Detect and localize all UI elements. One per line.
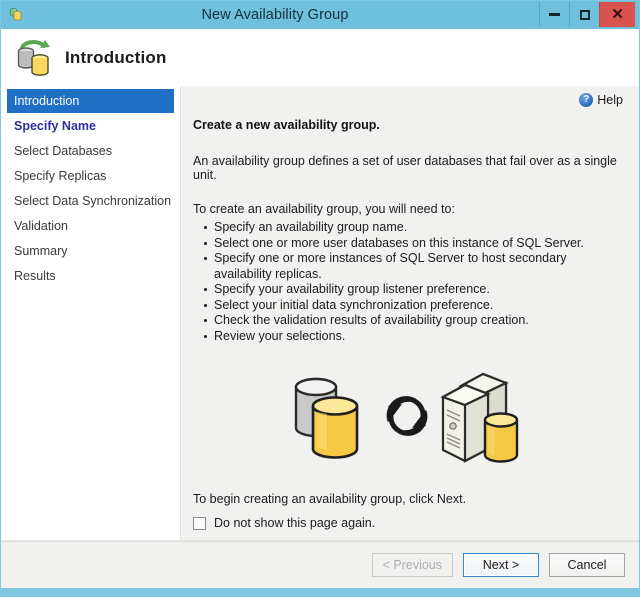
minimize-button[interactable] [539, 2, 569, 27]
do-not-show-again-row[interactable]: Do not show this page again. [193, 516, 625, 530]
help-question-icon: ? [579, 93, 594, 107]
page-title: Introduction [65, 47, 167, 67]
help-row: ? Help [191, 86, 625, 112]
dialog-body: Introduction Specify Name Select Databas… [1, 86, 639, 540]
close-icon: ✕ [611, 6, 624, 23]
page-header: Introduction [1, 29, 639, 86]
do-not-show-again-checkbox[interactable] [193, 516, 206, 530]
steps-intro: To create an availability group, you wil… [193, 202, 455, 216]
title-bar: New Availability Group ✕ [1, 1, 639, 29]
sidebar-item-validation[interactable]: Validation [7, 214, 174, 238]
sidebar-item-specify-name[interactable]: Specify Name [7, 114, 174, 138]
list-item: Select one or more user databases on thi… [203, 236, 625, 252]
sidebar-item-summary[interactable]: Summary [7, 239, 174, 263]
minimize-icon [549, 13, 560, 16]
window-controls: ✕ [539, 2, 635, 28]
wizard-steps-sidebar: Introduction Specify Name Select Databas… [1, 86, 181, 540]
dialog-button-bar: < Previous Next > Cancel [1, 542, 639, 588]
next-button[interactable]: Next > [463, 553, 539, 577]
main-content: ? Help Create a new availability group. … [181, 86, 639, 540]
dialog-window: New Availability Group ✕ Introduction In… [0, 0, 640, 597]
list-item: Select your initial data synchronization… [203, 298, 625, 314]
list-item: Check the validation results of availabi… [203, 313, 625, 329]
availability-group-icon [11, 35, 57, 81]
content-lead: Create a new availability group. [193, 118, 380, 132]
sidebar-item-specify-replicas[interactable]: Specify Replicas [7, 164, 174, 188]
help-link[interactable]: ? Help [579, 93, 623, 107]
maximize-button[interactable] [569, 2, 599, 27]
sidebar-item-results[interactable]: Results [7, 264, 174, 288]
steps-list: Specify an availability group name. Sele… [191, 220, 625, 344]
content-description: An availability group defines a set of u… [193, 154, 617, 182]
list-item: Specify one or more instances of SQL Ser… [203, 251, 625, 282]
sidebar-item-introduction[interactable]: Introduction [7, 89, 174, 113]
previous-button[interactable]: < Previous [371, 553, 453, 577]
cancel-button[interactable]: Cancel [549, 553, 625, 577]
sidebar-item-select-data-synchronization[interactable]: Select Data Synchronization [7, 189, 174, 213]
list-item: Specify your availability group listener… [203, 282, 625, 298]
list-item: Specify an availability group name. [203, 220, 625, 236]
window-bottom-frame [1, 588, 639, 596]
maximize-icon [579, 9, 590, 20]
database-icon [8, 5, 26, 23]
footer-instruction: To begin creating an availability group,… [193, 492, 467, 506]
do-not-show-again-label: Do not show this page again. [214, 516, 376, 530]
databases-sync-servers-illustration [191, 344, 625, 492]
help-label: Help [597, 93, 623, 107]
sidebar-item-select-databases[interactable]: Select Databases [7, 139, 174, 163]
close-button[interactable]: ✕ [599, 2, 635, 27]
list-item: Review your selections. [203, 329, 625, 345]
